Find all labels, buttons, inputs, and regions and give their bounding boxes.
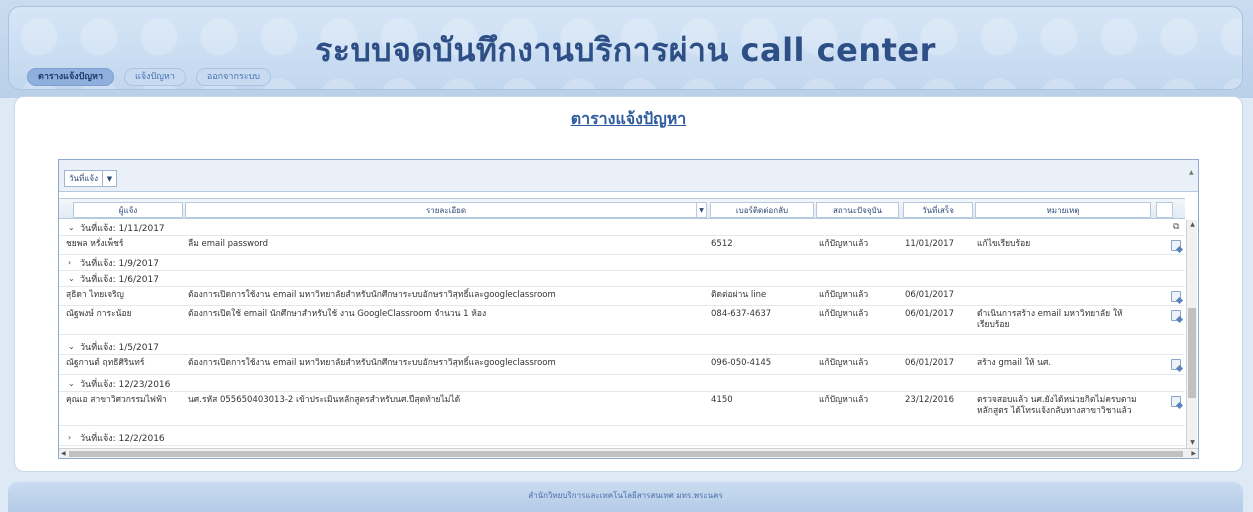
scroll-up-icon[interactable]: ▲ bbox=[1189, 169, 1194, 176]
cell-note: สร้าง gmail ให้ นศ. bbox=[977, 358, 1052, 368]
table-row[interactable]: คุณเอ สาขาวิศวกรรมไฟฟ้า นศ.รหัส 05565040… bbox=[59, 392, 1185, 426]
cell-detail: ต้องการเปิดใช้ email นักศึกษาสำหรับใช้ ง… bbox=[188, 309, 487, 319]
cell-status: แก้ปัญหาแล้ว bbox=[819, 290, 869, 300]
chevron-down-icon[interactable]: ⌄ bbox=[68, 223, 76, 232]
chevron-right-icon[interactable]: › bbox=[68, 258, 76, 267]
cell-detail: นศ.รหัส 055650403013-2 เข้าประเมินหลักสู… bbox=[188, 395, 461, 405]
nav-problem-table[interactable]: ตารางแจ้งปัญหา bbox=[27, 68, 115, 86]
cell-detail: ลืม email password bbox=[188, 239, 269, 249]
problem-grid: วันที่แจ้ง ▼ ผู้แจ้ง รายละเอียด ▼ เบอร์ติ… bbox=[58, 159, 1199, 459]
edit-icon[interactable] bbox=[1171, 310, 1181, 321]
group-label: วันที่แจ้ง: 12/2/2016 bbox=[80, 433, 165, 444]
cell-reporter: ชยพล หรั่งเพ็ชร์ bbox=[66, 239, 124, 249]
column-done-date[interactable]: วันที่เสร็จ bbox=[903, 202, 973, 218]
nav-report-problem[interactable]: แจ้งปัญหา bbox=[124, 68, 186, 86]
scrollbar-thumb[interactable] bbox=[69, 451, 1183, 457]
group-label: วันที่แจ้ง: 1/9/2017 bbox=[80, 258, 159, 269]
cell-status: แก้ปัญหาแล้ว bbox=[819, 309, 869, 319]
chevron-right-icon[interactable]: › bbox=[68, 433, 76, 442]
cell-phone: 084-637-4637 bbox=[711, 309, 772, 319]
column-detail-label: รายละเอียด bbox=[425, 205, 467, 215]
cell-done-date: 11/01/2017 bbox=[905, 239, 954, 249]
nav-logout[interactable]: ออกจากระบบ bbox=[195, 68, 272, 86]
column-header-row: ผู้แจ้ง รายละเอียด ▼ เบอร์ติดต่อกลับ สถาน… bbox=[59, 198, 1185, 219]
column-status[interactable]: สถานะปัจจุบัน bbox=[816, 202, 899, 218]
group-by-chip[interactable]: วันที่แจ้ง ▼ bbox=[64, 170, 117, 187]
footer-text: สำนักวิทยบริการและเทคโนโลยีสารสนเทศ มทร.… bbox=[528, 491, 723, 500]
cell-note: ตรวจสอบแล้ว นศ.ยังได้หน่วยกิตไม่ครบตามหล… bbox=[977, 395, 1137, 416]
cell-status: แก้ปัญหาแล้ว bbox=[819, 358, 869, 368]
page-title: ตารางแจ้งปัญหา bbox=[570, 109, 687, 128]
chevron-down-icon[interactable]: ⌄ bbox=[68, 342, 76, 351]
column-note[interactable]: หมายเหตุ bbox=[975, 202, 1151, 218]
main-nav: ตารางแจ้งปัญหา แจ้งปัญหา ออกจากระบบ bbox=[27, 68, 272, 86]
page-scrollbar[interactable]: ▲ bbox=[1189, 159, 1199, 459]
chevron-down-icon[interactable]: ⌄ bbox=[68, 274, 76, 283]
group-label: วันที่แจ้ง: 1/11/2017 bbox=[80, 223, 165, 234]
cell-note: ดำเนินการสร้าง email มหาวิทยาลัย ให้เรีย… bbox=[977, 309, 1123, 330]
cell-note: แก้ไขเรียบร้อย bbox=[977, 239, 1031, 249]
cell-done-date: 06/01/2017 bbox=[905, 358, 954, 368]
cell-reporter: สุธิดา ไทยเจริญ bbox=[66, 290, 124, 300]
footer: สำนักวิทยบริการและเทคโนโลยีสารสนเทศ มทร.… bbox=[8, 482, 1243, 512]
group-row[interactable]: ⌄ วันที่แจ้ง: 1/11/2017 bbox=[59, 220, 1185, 236]
filter-dropdown-icon[interactable]: ▼ bbox=[696, 203, 706, 217]
cell-done-date: 06/01/2017 bbox=[905, 309, 954, 319]
column-reporter[interactable]: ผู้แจ้ง bbox=[73, 202, 183, 218]
group-row[interactable]: ⌄ วันที่แจ้ง: 12/23/2016 bbox=[59, 376, 1185, 392]
table-row[interactable]: ณัฐกานต์ ฤทธิศิรินทร์ ต้องการเปิดการใช้ง… bbox=[59, 355, 1185, 375]
cell-phone: 096-050-4145 bbox=[711, 358, 772, 368]
group-label: วันที่แจ้ง: 1/6/2017 bbox=[80, 274, 159, 285]
header-panel: ระบบจดบันทึกงานบริการผ่าน call center ตา… bbox=[8, 6, 1243, 90]
column-phone[interactable]: เบอร์ติดต่อกลับ bbox=[710, 202, 814, 218]
table-row[interactable]: ณัฐพงษ์ การะน้อย ต้องการเปิดใช้ email นั… bbox=[59, 306, 1185, 335]
content-panel: ตารางแจ้งปัญหา วันที่แจ้ง ▼ ผู้แจ้ง รายล… bbox=[14, 96, 1243, 472]
edit-icon[interactable] bbox=[1171, 396, 1181, 407]
column-actions bbox=[1156, 202, 1173, 218]
cell-reporter: ณัฐกานต์ ฤทธิศิรินทร์ bbox=[66, 358, 145, 368]
edit-icon[interactable] bbox=[1171, 291, 1181, 302]
cell-phone: 4150 bbox=[711, 395, 733, 405]
edit-icon[interactable] bbox=[1171, 240, 1181, 251]
scroll-left-icon[interactable]: ◀ bbox=[61, 449, 66, 459]
group-panel: วันที่แจ้ง ▼ bbox=[59, 160, 1198, 192]
table-row[interactable]: สุธิดา ไทยเจริญ ต้องการเปิดการใช้งาน ema… bbox=[59, 287, 1185, 306]
cell-done-date: 06/01/2017 bbox=[905, 290, 954, 300]
group-row[interactable]: › วันที่แจ้ง: 1/9/2017 bbox=[59, 255, 1185, 271]
cell-reporter: ณัฐพงษ์ การะน้อย bbox=[66, 309, 132, 319]
grid-horizontal-scrollbar[interactable]: ◀ ▶ bbox=[59, 448, 1198, 458]
group-row[interactable]: ⌄ วันที่แจ้ง: 1/5/2017 bbox=[59, 339, 1185, 355]
cell-detail: ต้องการเปิดการใช้งาน email มหาวิทยาลัยสำ… bbox=[188, 358, 556, 368]
edit-icon[interactable] bbox=[1171, 359, 1181, 370]
table-row[interactable]: ชยพล หรั่งเพ็ชร์ ลืม email password 6512… bbox=[59, 236, 1185, 255]
collapse-all-icon[interactable]: ⧉ bbox=[1173, 222, 1179, 232]
column-detail[interactable]: รายละเอียด ▼ bbox=[185, 202, 707, 218]
group-label: วันที่แจ้ง: 1/5/2017 bbox=[80, 342, 159, 353]
cell-reporter: คุณเอ สาขาวิศวกรรมไฟฟ้า bbox=[66, 395, 167, 405]
cell-status: แก้ปัญหาแล้ว bbox=[819, 239, 869, 249]
group-label: วันที่แจ้ง: 12/23/2016 bbox=[80, 379, 171, 390]
group-row[interactable]: ⌄ วันที่แจ้ง: 1/6/2017 bbox=[59, 271, 1185, 287]
cell-phone: ติดต่อผ่าน line bbox=[711, 290, 767, 300]
group-by-label: วันที่แจ้ง bbox=[65, 171, 103, 186]
chevron-down-icon[interactable]: ▼ bbox=[103, 175, 116, 183]
cell-phone: 6512 bbox=[711, 239, 733, 249]
chevron-down-icon[interactable]: ⌄ bbox=[68, 379, 76, 388]
cell-done-date: 23/12/2016 bbox=[905, 395, 954, 405]
group-row[interactable]: › วันที่แจ้ง: 12/2/2016 bbox=[59, 430, 1185, 446]
grid-rows: ⌄ วันที่แจ้ง: 1/11/2017 ชยพล หรั่งเพ็ชร์… bbox=[59, 220, 1185, 448]
cell-detail: ต้องการเปิดการใช้งาน email มหาวิทยาลัยสำ… bbox=[188, 290, 556, 300]
cell-status: แก้ปัญหาแล้ว bbox=[819, 395, 869, 405]
